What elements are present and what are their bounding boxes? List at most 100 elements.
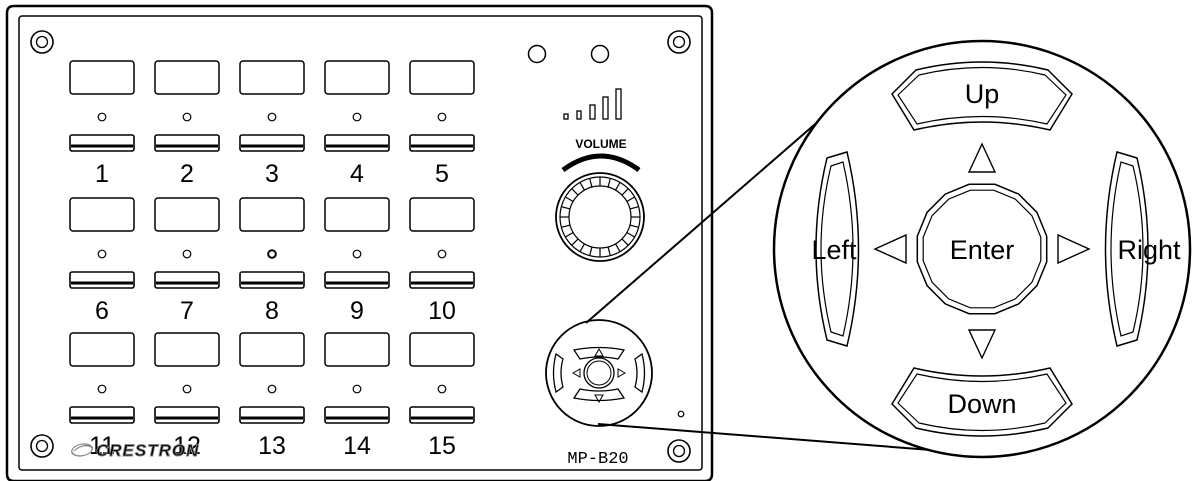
pushbutton-key[interactable] [409,271,475,289]
engraving-window[interactable] [409,332,475,367]
engraving-window[interactable] [324,60,390,95]
button-14[interactable]: 14 [324,332,390,460]
button-2[interactable]: 2 [154,60,220,188]
button-number-label: 13 [258,432,286,460]
small-nav-right-button[interactable] [634,352,646,394]
button-6[interactable]: 6 [69,197,135,325]
screw-icon [667,439,691,463]
knob-tick [589,178,593,188]
led-indicator [437,112,447,122]
button-number-label: 5 [435,160,449,188]
button-15[interactable]: 15 [409,332,475,460]
led-indicator [437,249,447,259]
button-grid: 1 2 3 4 56 7 8 9 1011 12 13 14 15 [69,60,475,460]
button-7[interactable]: 7 [154,197,220,325]
knob-tick [579,243,586,252]
knob-tick [629,206,639,210]
volume-level-bars-icon [563,88,622,120]
pushbutton-key[interactable] [409,134,475,152]
led-indicator [267,112,277,122]
pushbutton-key[interactable] [154,134,220,152]
knob-tick [561,224,571,228]
nav-down-label: Down [947,389,1016,419]
brand-logo-text: CRESTRON [96,441,199,460]
button-number-label: 6 [95,297,109,325]
small-nav-enter-button[interactable] [583,357,615,389]
pushbutton-key[interactable] [69,271,135,289]
knob-tick [626,231,635,238]
knob-tick [571,188,579,196]
knob-tick [561,206,571,210]
knob-tick [565,231,574,238]
small-nav-left-button[interactable] [552,352,564,394]
button-number-label: 3 [265,160,279,188]
pushbutton-key[interactable] [239,134,305,152]
knob-tick [607,178,611,188]
engraving-window[interactable] [154,60,220,95]
small-right-arrow-icon [617,368,627,378]
knob-tick [607,246,611,256]
button-number-label: 1 [95,160,109,188]
led-indicator [182,384,192,394]
nav-right-label: Right [1117,235,1181,265]
button-number-label: 10 [428,297,456,325]
ir-receiver-hole [590,44,610,64]
button-1[interactable]: 1 [69,60,135,188]
knob-tick [571,238,579,246]
knob-tick [621,238,629,246]
pushbutton-key[interactable] [154,271,220,289]
knob-tick [614,243,621,252]
pushbutton-key[interactable] [69,134,135,152]
engraving-window[interactable] [69,197,135,232]
engraving-window[interactable] [409,197,475,232]
led-indicator [182,249,192,259]
model-label: MP-B20 [567,450,628,469]
engraving-window[interactable] [239,60,305,95]
button-13[interactable]: 13 [239,332,305,460]
knob-tick [621,188,629,196]
button-4[interactable]: 4 [324,60,390,188]
led-indicator [97,249,107,259]
knob-tick [629,224,639,228]
led-indicator [182,112,192,122]
engraving-window[interactable] [239,197,305,232]
button-8[interactable]: 8 [239,197,305,325]
knob-tick [565,196,574,203]
button-5[interactable]: 5 [409,60,475,188]
engraving-window[interactable] [409,60,475,95]
led-indicator [437,384,447,394]
led-indicator [352,249,362,259]
mp-b20-panel-diagram: 123456789101112131415 VOLUME [5,4,1192,481]
pushbutton-key[interactable] [324,271,390,289]
volume-knob[interactable] [555,172,645,262]
small-left-arrow-icon [571,368,581,378]
panel-outer-frame [5,4,714,481]
engraving-window[interactable] [69,332,135,367]
engraving-window[interactable] [239,332,305,367]
pushbutton-key[interactable] [239,271,305,289]
pushbutton-key[interactable] [409,406,475,424]
pushbutton-key[interactable] [239,406,305,424]
pushbutton-key[interactable] [324,406,390,424]
engraving-window[interactable] [154,332,220,367]
status-pinhole [677,410,685,418]
screw-icon [667,30,691,54]
pushbutton-key[interactable] [69,406,135,424]
button-10[interactable]: 10 [409,197,475,325]
button-number-label: 8 [265,297,279,325]
led-indicator [267,384,277,394]
engraving-window[interactable] [324,197,390,232]
button-3[interactable]: 3 [239,60,305,188]
led-indicator [97,112,107,122]
button-number-label: 15 [428,432,456,460]
volume-label: VOLUME [575,137,626,151]
small-nav-pad [545,319,653,427]
screw-icon [30,434,54,458]
pushbutton-key[interactable] [324,134,390,152]
engraving-window[interactable] [69,60,135,95]
engraving-window[interactable] [154,197,220,232]
button-9[interactable]: 9 [324,197,390,325]
engraving-window[interactable] [324,332,390,367]
pushbutton-key[interactable] [154,406,220,424]
knob-tick [579,182,586,191]
